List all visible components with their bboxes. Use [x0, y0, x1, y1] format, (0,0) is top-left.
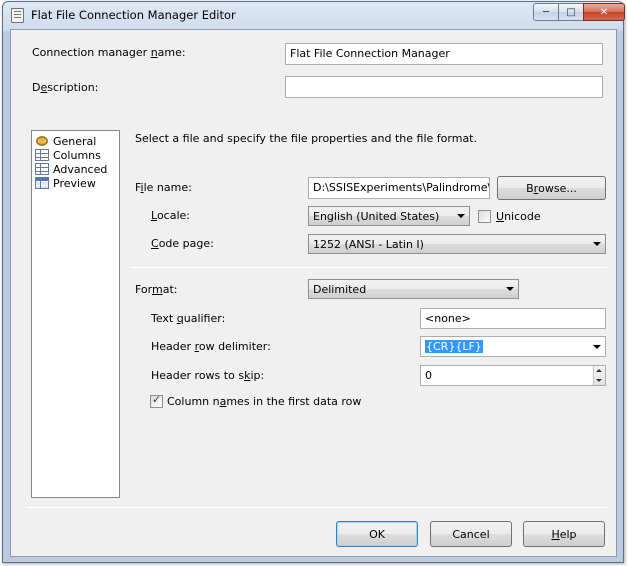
chevron-down-icon [593, 242, 601, 246]
document-icon [11, 8, 24, 23]
file-name-input[interactable]: D:\SSISExperiments\Palindrome\Sourc [308, 177, 490, 199]
locale-value: English (United States) [313, 210, 440, 223]
dialog-window: Flat File Connection Manager Editor ─ □ … [2, 1, 625, 563]
cancel-button[interactable]: Cancel [430, 521, 512, 547]
format-dropdown[interactable]: Delimited [308, 279, 519, 299]
nav-item-label: General [53, 134, 97, 148]
unicode-label: Unicode [496, 210, 541, 223]
header-rows-skip-stepper[interactable]: 0 [420, 365, 606, 386]
advanced-icon [35, 163, 49, 175]
nav-item-label: Advanced [53, 162, 108, 176]
locale-label: Locale: [151, 209, 190, 222]
unicode-checkbox[interactable] [478, 210, 491, 223]
general-icon [35, 135, 49, 147]
cancel-label: Cancel [452, 527, 490, 541]
code-page-value: 1252 (ANSI - Latin I) [313, 238, 424, 251]
connection-name-input[interactable]: Flat File Connection Manager [285, 43, 603, 65]
help-button[interactable]: Help [523, 521, 605, 547]
title-bar[interactable]: Flat File Connection Manager Editor ─ □ … [3, 2, 625, 29]
columns-icon [35, 149, 49, 161]
header-rows-skip-label: Header rows to skip: [151, 369, 265, 382]
chevron-down-icon [457, 214, 465, 218]
minimize-button[interactable]: ─ [533, 3, 559, 21]
file-name-value: D:\SSISExperiments\Palindrome\Sourc [313, 181, 490, 194]
connection-name-label: Connection manager name: [32, 46, 186, 59]
file-name-label: File name: [135, 181, 192, 194]
text-qualifier-value: <none> [425, 312, 471, 325]
window-title: Flat File Connection Manager Editor [31, 8, 236, 22]
description-label: Description: [32, 81, 99, 94]
header-row-delimiter-dropdown[interactable]: {CR}{LF} [420, 336, 606, 357]
stepper-up-icon[interactable] [596, 369, 602, 372]
close-icon: ✕ [599, 6, 609, 18]
header-row-delimiter-value: {CR}{LF} [425, 340, 483, 353]
text-qualifier-input[interactable]: <none> [420, 308, 606, 329]
code-page-dropdown[interactable]: 1252 (ANSI - Latin I) [308, 234, 606, 254]
ok-button[interactable]: OK [336, 521, 418, 547]
code-page-label: Code page: [151, 237, 214, 250]
stepper-buttons[interactable] [593, 366, 605, 385]
format-value: Delimited [313, 283, 367, 296]
nav-item-columns[interactable]: Columns [35, 148, 101, 162]
text-qualifier-label: Text qualifier: [151, 312, 226, 325]
stepper-down-icon[interactable] [596, 379, 602, 382]
close-button[interactable]: ✕ [583, 3, 625, 21]
description-input[interactable] [285, 76, 603, 98]
footer-divider [27, 507, 607, 508]
connection-name-value: Flat File Connection Manager [290, 47, 450, 60]
maximize-button[interactable]: □ [558, 3, 584, 21]
nav-item-label: Preview [53, 176, 96, 190]
browse-button[interactable]: Br owse... [497, 176, 606, 200]
page-nav-list: General Columns Advanced Preview [31, 130, 120, 498]
minimize-icon: ─ [542, 6, 550, 18]
instructions-text: Select a file and specify the file prope… [135, 132, 477, 145]
header-row-delimiter-label: Header row delimiter: [151, 340, 271, 353]
nav-item-label: Columns [53, 148, 101, 162]
chevron-down-icon [506, 287, 514, 291]
nav-item-general[interactable]: General [35, 134, 96, 148]
nav-item-preview[interactable]: Preview [35, 176, 96, 190]
section-divider [131, 267, 607, 268]
locale-dropdown[interactable]: English (United States) [308, 206, 470, 226]
nav-item-advanced[interactable]: Advanced [35, 162, 107, 176]
dialog-client-area: Connection manager name: Flat File Conne… [10, 29, 617, 557]
chevron-down-icon [593, 344, 601, 349]
format-label: Format: [135, 283, 178, 296]
preview-icon [35, 177, 49, 189]
column-names-label: Column names in the first data row [167, 395, 362, 408]
header-rows-skip-value: 0 [425, 369, 432, 382]
column-names-checkbox[interactable] [150, 393, 163, 408]
ok-label: OK [369, 527, 385, 541]
maximize-icon: □ [566, 6, 576, 18]
